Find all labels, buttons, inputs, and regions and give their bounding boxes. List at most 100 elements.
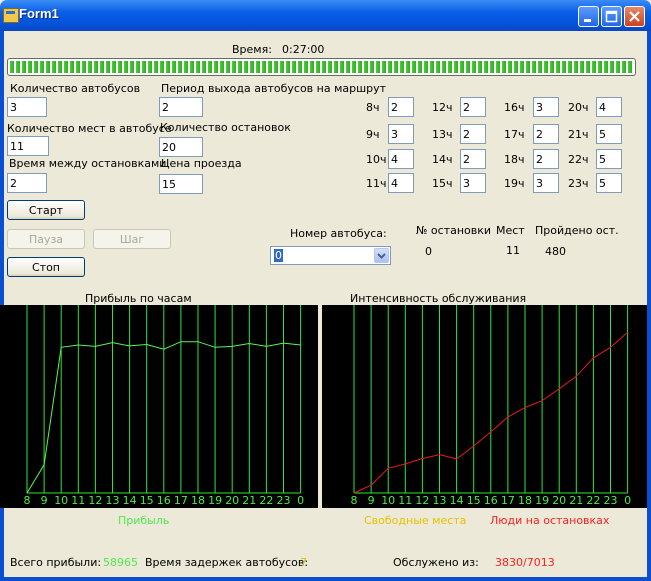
- minimize-icon: [584, 19, 591, 22]
- total-profit-value: 58965: [103, 556, 138, 569]
- x-tick-label: 13: [106, 494, 120, 507]
- hour-label: 17ч: [504, 128, 525, 141]
- hour-label: 10ч: [366, 153, 387, 166]
- x-tick-label: 20: [225, 494, 239, 507]
- maximize-icon: [605, 10, 618, 23]
- hour-label: 9ч: [366, 128, 380, 141]
- hour-label: 14ч: [432, 153, 453, 166]
- profit-legend: Прибыль: [118, 514, 170, 527]
- x-tick-label: 19: [208, 494, 222, 507]
- chevron-down-icon[interactable]: [374, 248, 389, 263]
- x-tick-label: 10: [54, 494, 68, 507]
- period-label: Период выхода автобусов на маршрут: [161, 82, 387, 95]
- x-tick-label: 13: [433, 494, 447, 507]
- x-tick-label: 14: [450, 494, 464, 507]
- delay-value: 7: [300, 556, 307, 569]
- seats-header: Мест: [496, 224, 525, 237]
- profit-chart-title: Прибыль по часам: [85, 292, 192, 305]
- pause-button[interactable]: Пауза: [7, 229, 85, 249]
- stops-input[interactable]: [159, 137, 203, 157]
- x-tick-label: 0: [624, 494, 631, 507]
- hour-label: 19ч: [504, 177, 525, 190]
- bus-number-select[interactable]: 0: [270, 246, 391, 265]
- window-title: Form1: [19, 6, 59, 21]
- seats-label: Количество мест в автобусе: [7, 122, 172, 135]
- x-tick-label: 15: [140, 494, 154, 507]
- x-tick-label: 23: [604, 494, 618, 507]
- start-button[interactable]: Старт: [7, 200, 85, 220]
- close-icon: [629, 11, 640, 22]
- maximize-button[interactable]: [601, 6, 622, 27]
- hour-input[interactable]: [460, 124, 486, 144]
- hour-label: 13ч: [432, 128, 453, 141]
- close-button[interactable]: [624, 6, 645, 27]
- hour-input[interactable]: [460, 149, 486, 169]
- hour-label: 20ч: [568, 101, 589, 114]
- title-bar[interactable]: Form1: [0, 0, 651, 31]
- service-chart: 8 9 10 11 12 13 14 15 16 17 18 19 20 21 22 23 0: [322, 305, 647, 508]
- x-tick-label: 15: [467, 494, 481, 507]
- hour-label: 12ч: [432, 101, 453, 114]
- stop-number-value: 0: [425, 245, 432, 258]
- stop-number-header: № остановки: [416, 224, 492, 237]
- x-tick-label: 20: [552, 494, 566, 507]
- x-tick-label: 23: [277, 494, 291, 507]
- app-icon: [3, 8, 19, 23]
- period-input[interactable]: [159, 97, 203, 117]
- travel-time-input[interactable]: [7, 173, 47, 193]
- hour-input[interactable]: [596, 124, 622, 144]
- x-tick-label: 17: [174, 494, 188, 507]
- bus-count-label: Количество автобусов: [10, 82, 141, 95]
- x-tick-label: 18: [518, 494, 532, 507]
- hour-input[interactable]: [596, 173, 622, 193]
- served-label: Обслужено из:: [393, 556, 479, 569]
- x-tick-label: 17: [501, 494, 515, 507]
- hour-label: 18ч: [504, 153, 525, 166]
- hour-input[interactable]: [596, 97, 622, 117]
- x-tick-label: 8: [351, 494, 358, 507]
- x-tick-label: 16: [484, 494, 498, 507]
- hour-input[interactable]: [533, 97, 559, 117]
- hour-label: 22ч: [568, 153, 589, 166]
- hour-label: 16ч: [504, 101, 525, 114]
- x-tick-label: 19: [535, 494, 549, 507]
- x-tick-label: 12: [415, 494, 429, 507]
- hour-input[interactable]: [533, 149, 559, 169]
- seats-input[interactable]: [7, 136, 49, 156]
- bus-count-input[interactable]: [7, 97, 47, 117]
- served-value: 3830/7013: [495, 556, 555, 569]
- hour-input[interactable]: [388, 97, 414, 117]
- time-progress-fill: [10, 61, 633, 73]
- time-progress-bar: [7, 58, 636, 76]
- seats-value: 11: [506, 244, 520, 257]
- hour-input[interactable]: [533, 124, 559, 144]
- total-profit-label: Всего прибыли:: [10, 556, 102, 569]
- x-tick-label: 9: [41, 494, 48, 507]
- hour-input[interactable]: [388, 149, 414, 169]
- passed-stops-header: Пройдено ост.: [535, 224, 619, 237]
- x-tick-label: 21: [242, 494, 256, 507]
- hour-input[interactable]: [460, 97, 486, 117]
- hour-label: 11ч: [366, 177, 387, 190]
- fare-label: Цена проезда: [161, 157, 242, 170]
- x-tick-label: 18: [191, 494, 205, 507]
- stop-button[interactable]: Стоп: [7, 257, 85, 277]
- x-tick-label: 16: [157, 494, 171, 507]
- hour-input[interactable]: [596, 149, 622, 169]
- hour-input[interactable]: [388, 173, 414, 193]
- hour-input[interactable]: [460, 173, 486, 193]
- bus-number-value: 0: [274, 249, 283, 262]
- x-tick-label: 8: [24, 494, 31, 507]
- bus-number-label: Номер автобуса:: [290, 227, 387, 240]
- hour-input[interactable]: [388, 124, 414, 144]
- x-tick-label: 10: [381, 494, 395, 507]
- step-button[interactable]: Шаг: [93, 229, 171, 249]
- travel-time-label: Время между остановками: [9, 157, 167, 170]
- hour-input[interactable]: [533, 173, 559, 193]
- minimize-button[interactable]: [578, 6, 599, 27]
- x-tick-label: 22: [586, 494, 600, 507]
- x-tick-label: 11: [398, 494, 412, 507]
- time-label: Время:: [232, 43, 272, 56]
- x-tick-label: 14: [123, 494, 137, 507]
- fare-input[interactable]: [159, 174, 203, 194]
